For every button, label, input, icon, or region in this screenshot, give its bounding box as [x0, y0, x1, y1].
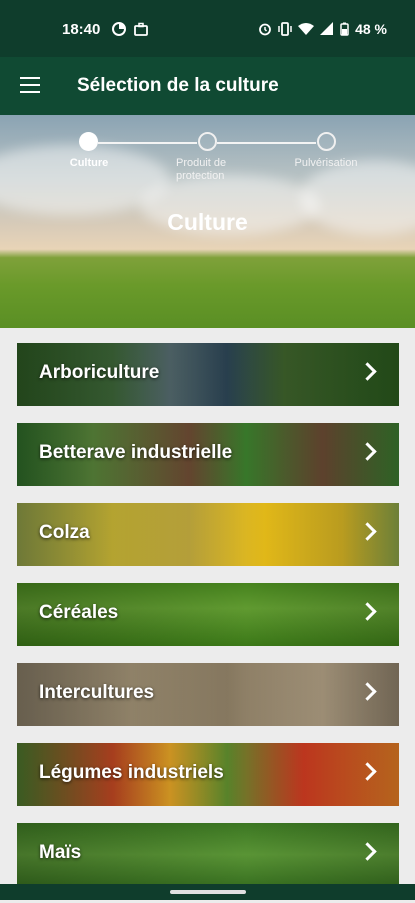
crop-item-legumes[interactable]: Légumes industriels — [17, 743, 399, 806]
step-label-pulverisation: Pulvérisation — [294, 157, 358, 169]
crop-item-betterave[interactable]: Betterave industrielle — [17, 423, 399, 486]
step-indicator-produit — [198, 132, 217, 151]
step-indicator-pulverisation — [317, 132, 336, 151]
crop-label: Intercultures — [39, 682, 155, 703]
page-title: Sélection de la culture — [77, 75, 279, 96]
crop-label: Légumes industriels — [39, 762, 224, 783]
stepper: Culture Produit de protection Pulvérisat… — [0, 115, 415, 195]
step-connector — [217, 142, 316, 144]
step-connector — [98, 142, 197, 144]
battery-icon — [340, 22, 349, 36]
crop-item-mais[interactable]: Maïs — [17, 823, 399, 886]
hero-title: Culture — [167, 209, 248, 235]
crop-item-arboriculture[interactable]: Arboriculture — [17, 343, 399, 406]
wifi-icon — [298, 23, 315, 35]
alarm-icon — [259, 23, 271, 36]
status-time: 18:40 — [62, 21, 101, 38]
hamburger-menu-icon[interactable] — [20, 77, 40, 93]
hero-banner: Culture Produit de protection Pulvérisat… — [0, 115, 415, 328]
gesture-handle[interactable] — [170, 890, 246, 894]
step-label-produit: Produit de protection — [176, 157, 227, 182]
crop-label: Colza — [39, 522, 90, 543]
crop-item-cereales[interactable]: Céréales — [17, 583, 399, 646]
crop-item-colza[interactable]: Colza — [17, 503, 399, 566]
crop-label: Betterave industrielle — [39, 442, 233, 463]
crop-label: Céréales — [39, 602, 119, 623]
battery-percent: 48 % — [355, 21, 387, 37]
app-bar: Sélection de la culture — [0, 57, 415, 115]
crop-item-intercultures[interactable]: Intercultures — [17, 663, 399, 726]
system-nav-bar — [0, 884, 415, 900]
signal-icon — [320, 22, 334, 35]
status-bar: 18:40 48 % — [0, 0, 415, 57]
crop-list: Arboriculture Betterave industrielle Col… — [17, 343, 399, 903]
briefcase-icon — [134, 22, 148, 36]
crop-label: Arboriculture — [39, 362, 160, 383]
step-indicator-culture — [79, 132, 98, 151]
vibrate-icon — [278, 22, 292, 36]
crop-label: Maïs — [39, 842, 82, 863]
data-saver-icon — [112, 22, 126, 36]
step-label-culture: Culture — [69, 157, 109, 169]
